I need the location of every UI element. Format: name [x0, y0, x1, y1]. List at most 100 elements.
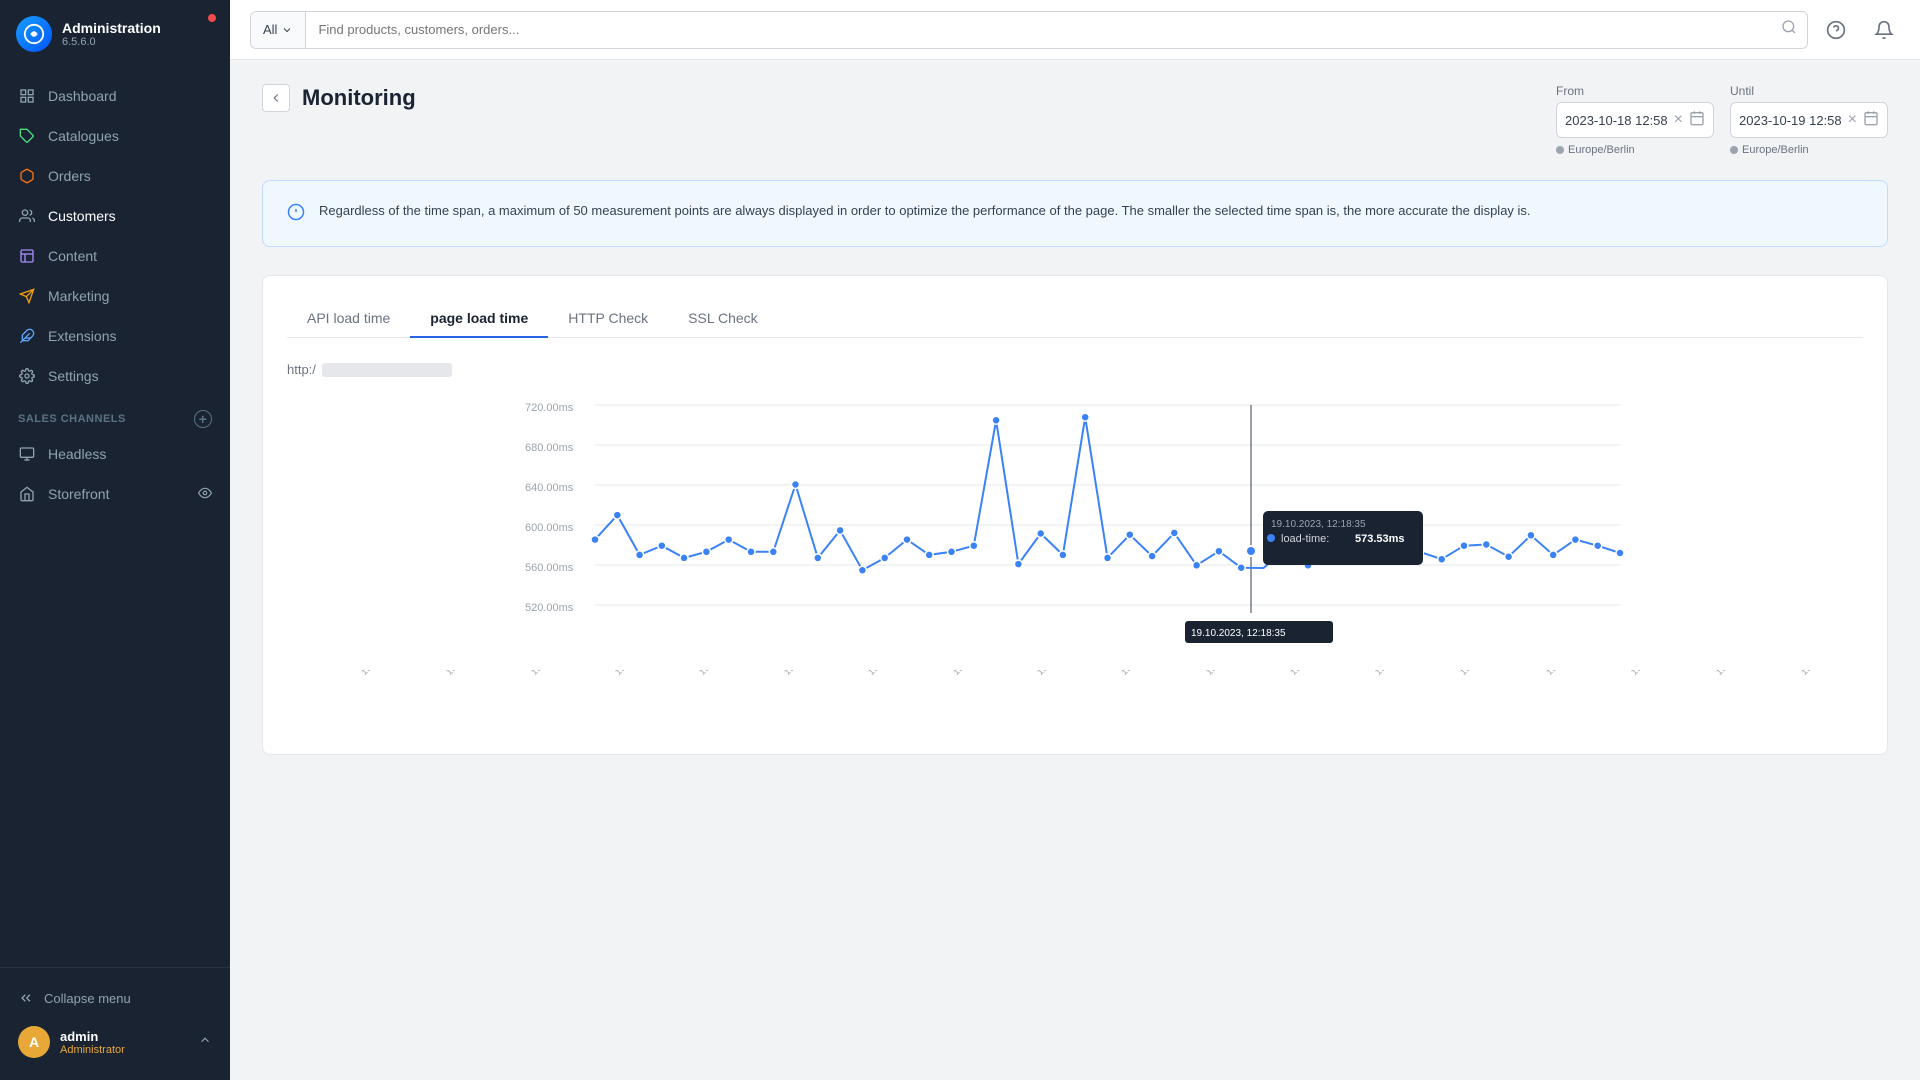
search-icon [1781, 19, 1807, 40]
until-date-input[interactable]: 2023-10-19 12:58 × [1730, 102, 1888, 138]
url-prefix: http:/ [287, 362, 316, 377]
add-sales-channel-button[interactable]: + [194, 410, 212, 428]
sidebar-item-customers[interactable]: Customers [0, 196, 230, 236]
x-label: 19.10.2023, 11:12:36 [613, 670, 715, 712]
storefront-label: Storefront [48, 486, 109, 502]
main-content: All Monitoring [230, 0, 1920, 1080]
settings-label: Settings [48, 368, 99, 384]
tz-dot-2 [1730, 146, 1738, 154]
svg-text:600.00ms: 600.00ms [525, 522, 574, 534]
tab-ssl-check[interactable]: SSL Check [668, 300, 778, 338]
svg-text:720.00ms: 720.00ms [525, 402, 574, 414]
sidebar-item-headless[interactable]: Headless [0, 434, 230, 474]
sidebar-item-settings[interactable]: Settings [0, 356, 230, 396]
tab-page-load-time[interactable]: page load time [410, 300, 548, 338]
bell-icon[interactable] [1868, 14, 1900, 46]
svg-text:560.00ms: 560.00ms [525, 562, 574, 574]
user-role: Administrator [60, 1044, 125, 1056]
search-filter-dropdown[interactable]: All [251, 12, 306, 48]
sidebar-item-content[interactable]: Content [0, 236, 230, 276]
chart-wrap: 720.00ms 680.00ms 640.00ms 600.00ms 560.… [287, 393, 1863, 730]
sales-channels-label: Sales Channels [18, 413, 126, 425]
x-label: 19.10.2023, 11:24:37 [782, 670, 884, 712]
until-tz-label: Europe/Berlin [1742, 144, 1809, 156]
from-date-field: From 2023-10-18 12:58 × Europe/Berlin [1556, 84, 1714, 156]
sidebar-item-marketing[interactable]: Marketing [0, 276, 230, 316]
from-date-value: 2023-10-18 12:58 [1565, 113, 1668, 128]
x-label: 19.10.2023, 10:54:33 [359, 670, 462, 712]
customers-icon [18, 207, 36, 225]
extensions-label: Extensions [48, 328, 116, 344]
app-version: 6.5.6.0 [62, 36, 161, 48]
sidebar-item-storefront[interactable]: Storefront [0, 474, 230, 514]
info-text: Regardless of the time span, a maximum o… [319, 201, 1531, 222]
collapse-nav-button[interactable] [262, 84, 290, 112]
marketing-icon [18, 287, 36, 305]
user-name: admin [60, 1029, 125, 1044]
sidebar-item-catalogues[interactable]: Catalogues [0, 116, 230, 156]
x-label: 19.10.2023, 11:54:39 [1204, 670, 1306, 712]
monitoring-header: Monitoring From 2023-10-18 12:58 × Europ… [262, 84, 1888, 156]
dashboard-icon [18, 87, 36, 105]
x-label: 19.10.2023, 11:18:36 [697, 670, 799, 712]
svg-text:load-time:: load-time: [1281, 533, 1329, 545]
monitoring-title-area: Monitoring [262, 84, 416, 112]
chart-url: http:/ [287, 362, 1863, 377]
x-label: 19.10.2023, 11:42:38 [1035, 670, 1137, 712]
page-area: Monitoring From 2023-10-18 12:58 × Europ… [230, 60, 1920, 1080]
search-input[interactable] [306, 22, 1781, 37]
page-title: Monitoring [302, 85, 416, 111]
topbar: All [230, 0, 1920, 60]
tab-api-load-time[interactable]: API load time [287, 300, 410, 338]
until-timezone: Europe/Berlin [1730, 144, 1888, 156]
svg-text:680.00ms: 680.00ms [525, 442, 574, 454]
orders-icon [18, 167, 36, 185]
app-logo [16, 16, 52, 52]
until-date-calendar-icon[interactable] [1863, 110, 1879, 131]
sales-channels-section: Sales Channels + [0, 396, 230, 434]
x-label: 19.10.2023, 12:06:40 [1373, 670, 1476, 712]
sidebar-item-dashboard[interactable]: Dashboard [0, 76, 230, 116]
content-icon [18, 247, 36, 265]
until-date-value: 2023-10-19 12:58 [1739, 113, 1842, 128]
sidebar-item-extensions[interactable]: Extensions [0, 316, 230, 356]
user-chevron-icon [198, 1033, 212, 1052]
from-date-calendar-icon[interactable] [1689, 110, 1705, 131]
sidebar-footer: Collapse menu A admin Administrator [0, 967, 230, 1080]
svg-text:640.00ms: 640.00ms [525, 482, 574, 494]
collapse-label: Collapse menu [44, 991, 131, 1006]
svg-text:19.10.2023, 12:18:35: 19.10.2023, 12:18:35 [1271, 519, 1366, 530]
headless-label: Headless [48, 446, 106, 462]
from-date-input[interactable]: 2023-10-18 12:58 × [1556, 102, 1714, 138]
collapse-menu-button[interactable]: Collapse menu [0, 980, 230, 1016]
until-date-clear-button[interactable]: × [1848, 111, 1857, 129]
from-timezone: Europe/Berlin [1556, 144, 1714, 156]
app-name: Administration [62, 20, 161, 37]
user-section[interactable]: A admin Administrator [0, 1016, 230, 1068]
tab-http-check[interactable]: HTTP Check [548, 300, 668, 338]
x-label: 19.10.2023, 12:18:35 [1544, 670, 1647, 712]
tabs: API load time page load time HTTP Check … [287, 300, 1863, 338]
line-chart: 720.00ms 680.00ms 640.00ms 600.00ms 560.… [287, 393, 1863, 673]
svg-text:573.53ms: 573.53ms [1355, 533, 1405, 545]
until-date-field: Until 2023-10-19 12:58 × Europe/Berlin [1730, 84, 1888, 156]
svg-text:19.10.2023, 12:18:35: 19.10.2023, 12:18:35 [1191, 628, 1286, 639]
from-date-clear-button[interactable]: × [1674, 111, 1683, 129]
storefront-eye-icon[interactable] [198, 486, 212, 503]
highlighted-dot [1246, 546, 1256, 556]
sidebar-item-orders[interactable]: Orders [0, 156, 230, 196]
dashboard-label: Dashboard [48, 88, 117, 104]
url-blur [322, 363, 452, 377]
user-info: admin Administrator [60, 1029, 125, 1056]
date-range: From 2023-10-18 12:58 × Europe/Berlin [1556, 84, 1888, 156]
search-filter-label: All [263, 22, 277, 37]
app-info: Administration 6.5.6.0 [62, 20, 161, 49]
headless-icon [18, 445, 36, 463]
sidebar-header: Administration 6.5.6.0 [0, 0, 230, 68]
topbar-icons [1820, 14, 1900, 46]
from-label: From [1556, 84, 1714, 98]
extensions-icon [18, 327, 36, 345]
until-label: Until [1730, 84, 1888, 98]
from-tz-label: Europe/Berlin [1568, 144, 1635, 156]
help-icon[interactable] [1820, 14, 1852, 46]
